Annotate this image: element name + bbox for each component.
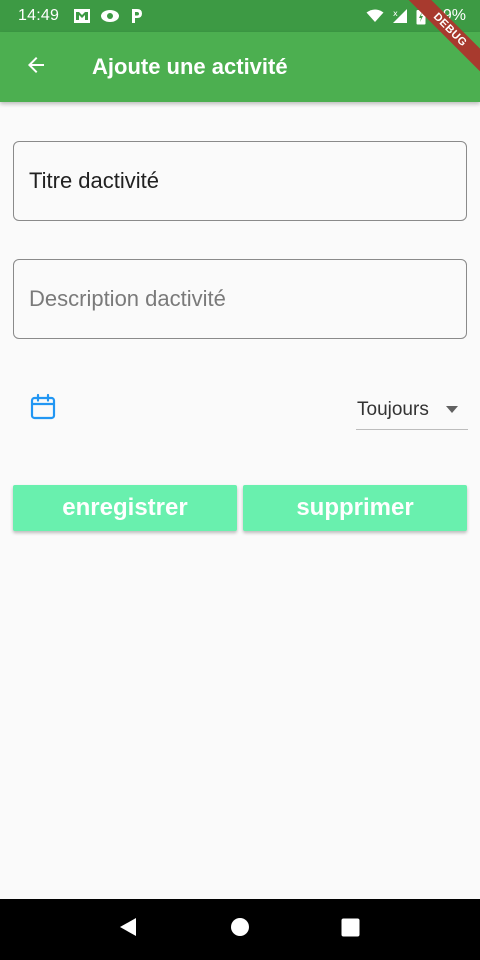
status-time: 14:49 xyxy=(18,7,60,24)
dropdown-arrow-icon xyxy=(446,406,458,413)
cast-icon xyxy=(100,9,120,23)
description-field-placeholder: Description dactivité xyxy=(29,286,226,311)
calendar-icon xyxy=(29,393,57,426)
nav-back-button[interactable] xyxy=(98,899,158,960)
gmail-icon xyxy=(73,8,91,24)
status-bar: 14:49 x 99% xyxy=(0,0,480,32)
date-picker-button[interactable] xyxy=(23,389,63,429)
description-field[interactable]: Description dactivité xyxy=(13,259,467,339)
nav-home-button[interactable] xyxy=(210,899,270,960)
notification-icons xyxy=(73,8,143,24)
title-field[interactable]: Titre dactivité xyxy=(13,141,467,221)
system-icons: x 99% xyxy=(366,7,466,25)
frequency-dropdown[interactable]: Toujours xyxy=(356,390,468,430)
title-field-value: Titre dactivité xyxy=(29,168,160,193)
battery-percent: 99% xyxy=(433,7,466,24)
battery-icon xyxy=(416,7,426,25)
delete-button[interactable]: supprimer xyxy=(243,485,467,531)
nav-back-icon xyxy=(118,917,138,942)
save-button[interactable]: enregistrer xyxy=(13,485,237,531)
nav-recents-button[interactable] xyxy=(320,899,380,960)
app-bar: Ajoute une activité xyxy=(0,32,480,102)
page-title: Ajoute une activité xyxy=(92,54,288,79)
frequency-selected-value: Toujours xyxy=(357,398,429,420)
navigation-bar xyxy=(0,899,480,960)
nav-recents-icon xyxy=(341,918,360,942)
nav-home-icon xyxy=(230,917,250,942)
back-button[interactable] xyxy=(16,47,56,87)
parking-icon xyxy=(129,8,143,24)
wifi-icon xyxy=(366,9,384,23)
svg-text:x: x xyxy=(393,9,398,18)
arrow-back-icon xyxy=(24,53,48,82)
signal-icon: x xyxy=(392,8,408,24)
